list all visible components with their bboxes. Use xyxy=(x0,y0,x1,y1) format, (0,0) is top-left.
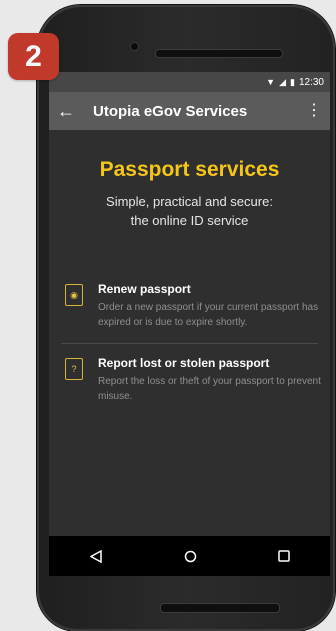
page-subtitle: Simple, practical and secure: the online… xyxy=(49,192,330,230)
service-title: Report lost or stolen passport xyxy=(98,356,270,370)
page-title: Passport services xyxy=(99,158,280,181)
system-nav-bar xyxy=(49,536,330,576)
circle-home-icon[interactable] xyxy=(184,550,197,563)
app-title: Utopia eGov Services xyxy=(93,102,248,120)
more-vert-icon[interactable]: ⋮ xyxy=(306,103,322,119)
status-bar: ▼ ◢ ▮ 12:30 xyxy=(49,72,330,92)
hero: Passport services Simple, practical and … xyxy=(49,130,330,230)
bottom-speaker xyxy=(160,603,280,613)
service-description: Report the loss or theft of your passpor… xyxy=(98,376,321,402)
service-item-report-lost-passport[interactable]: ? Report lost or stolen passport Report … xyxy=(49,344,330,417)
battery-icon: ▮ xyxy=(290,77,295,87)
subtitle-line-1: Simple, practical and secure: xyxy=(106,194,273,209)
services-list: ◉ Renew passport Order a new passport if… xyxy=(49,270,330,417)
service-description: Order a new passport if your current pas… xyxy=(98,302,319,328)
wifi-icon: ▼ xyxy=(266,77,276,87)
app-bar: ← Utopia eGov Services ⋮ xyxy=(49,92,330,130)
phone-screen: ▼ ◢ ▮ 12:30 ← Utopia eGov Services ⋮ Pas… xyxy=(49,72,330,576)
service-item-renew-passport[interactable]: ◉ Renew passport Order a new passport if… xyxy=(49,270,330,343)
front-camera xyxy=(130,42,139,51)
question-passport-icon: ? xyxy=(65,358,83,380)
step-number-badge: 2 xyxy=(8,33,59,80)
signal-icon: ◢ xyxy=(279,77,287,87)
arrow-back-icon[interactable]: ← xyxy=(57,101,79,122)
status-time: 12:30 xyxy=(298,76,324,88)
subtitle-line-2: the online ID service xyxy=(130,213,249,228)
earpiece-speaker xyxy=(155,49,283,58)
globe-passport-icon: ◉ xyxy=(65,284,83,306)
service-title: Renew passport xyxy=(98,282,191,296)
triangle-back-icon[interactable] xyxy=(89,549,103,563)
square-recents-icon[interactable] xyxy=(277,550,290,562)
